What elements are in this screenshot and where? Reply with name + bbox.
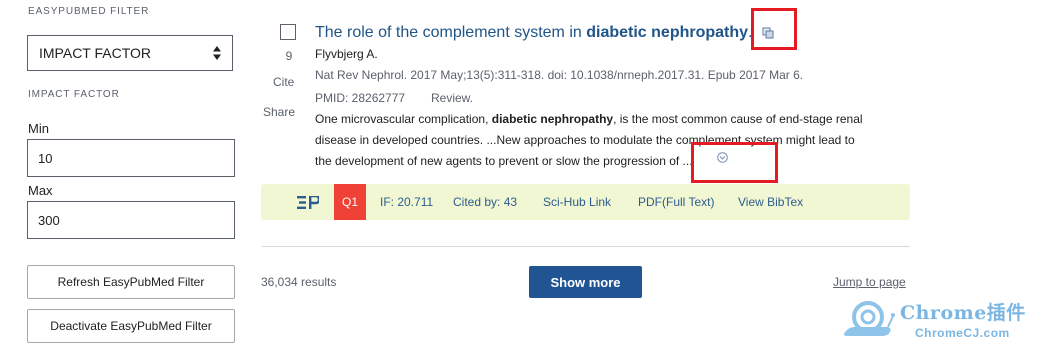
watermark-url: ChromeCJ.com (915, 326, 1010, 340)
article-title-link[interactable]: The role of the complement system in dia… (315, 24, 752, 42)
easypubmed-info-bar: Q1 IF: 20.711 Cited by: 43 Sci-Hub Link … (261, 184, 910, 220)
cited-by-link[interactable]: Cited by: 43 (453, 195, 517, 209)
watermark-title: Chrome插件 (900, 302, 1026, 324)
title-highlight: diabetic nephropathy (586, 24, 749, 41)
refresh-filter-button[interactable]: Refresh EasyPubMed Filter (27, 265, 235, 299)
select-arrows-icon (213, 46, 221, 60)
jump-to-page-link[interactable]: Jump to page (833, 275, 906, 289)
cite-button[interactable]: Cite (273, 75, 294, 89)
results-count: 36,034 results (261, 275, 337, 289)
easypubmed-logo-icon (297, 196, 319, 209)
show-more-button[interactable]: Show more (529, 266, 642, 298)
highlight-box-copy (751, 8, 797, 50)
result-number: 9 (285, 49, 293, 63)
max-label: Max (28, 183, 53, 198)
snippet-line-1: One microvascular complication, diabetic… (315, 112, 863, 126)
view-bibtex-link[interactable]: View BibTex (738, 195, 803, 209)
impact-factor-heading: IMPACT FACTOR (28, 89, 120, 100)
filter-type-value: IMPACT FACTOR (39, 45, 152, 61)
impact-factor-value: IF: 20.711 (380, 195, 434, 209)
highlight-box-expand (691, 142, 778, 183)
quartile-badge: Q1 (334, 184, 366, 220)
publication-type: Review. (431, 91, 474, 105)
filter-type-select[interactable]: IMPACT FACTOR (27, 35, 233, 71)
deactivate-filter-button[interactable]: Deactivate EasyPubMed Filter (27, 309, 235, 343)
max-input[interactable]: 300 (27, 201, 235, 239)
article-authors: Flyvbjerg A. (315, 47, 378, 61)
snippet-highlight: diabetic nephropathy (491, 112, 614, 126)
snail-watermark-icon (843, 301, 895, 336)
title-prefix: The role of the complement system in (315, 24, 587, 41)
select-article-checkbox[interactable] (280, 24, 296, 40)
pdf-full-text-link[interactable]: PDF(Full Text) (638, 195, 714, 209)
filter-heading: EASYPUBMED FILTER (28, 6, 150, 17)
share-button[interactable]: Share (263, 105, 295, 119)
article-citation: Nat Rev Nephrol. 2017 May;13(5):311-318.… (315, 68, 804, 82)
snippet-post: , is the most common cause of end-stage … (613, 112, 863, 126)
snippet-pre: One microvascular complication, (315, 112, 492, 126)
article-pmid: PMID: 28262777 (315, 91, 406, 105)
easypubmed-filter-sidebar: EASYPUBMED FILTER IMPACT FACTOR IMPACT F… (0, 0, 250, 355)
min-label: Min (28, 121, 49, 136)
snippet-line-3: the development of new agents to prevent… (315, 154, 693, 168)
results-divider (262, 246, 910, 247)
scihub-link[interactable]: Sci-Hub Link (543, 195, 611, 209)
min-input[interactable]: 10 (27, 139, 235, 177)
